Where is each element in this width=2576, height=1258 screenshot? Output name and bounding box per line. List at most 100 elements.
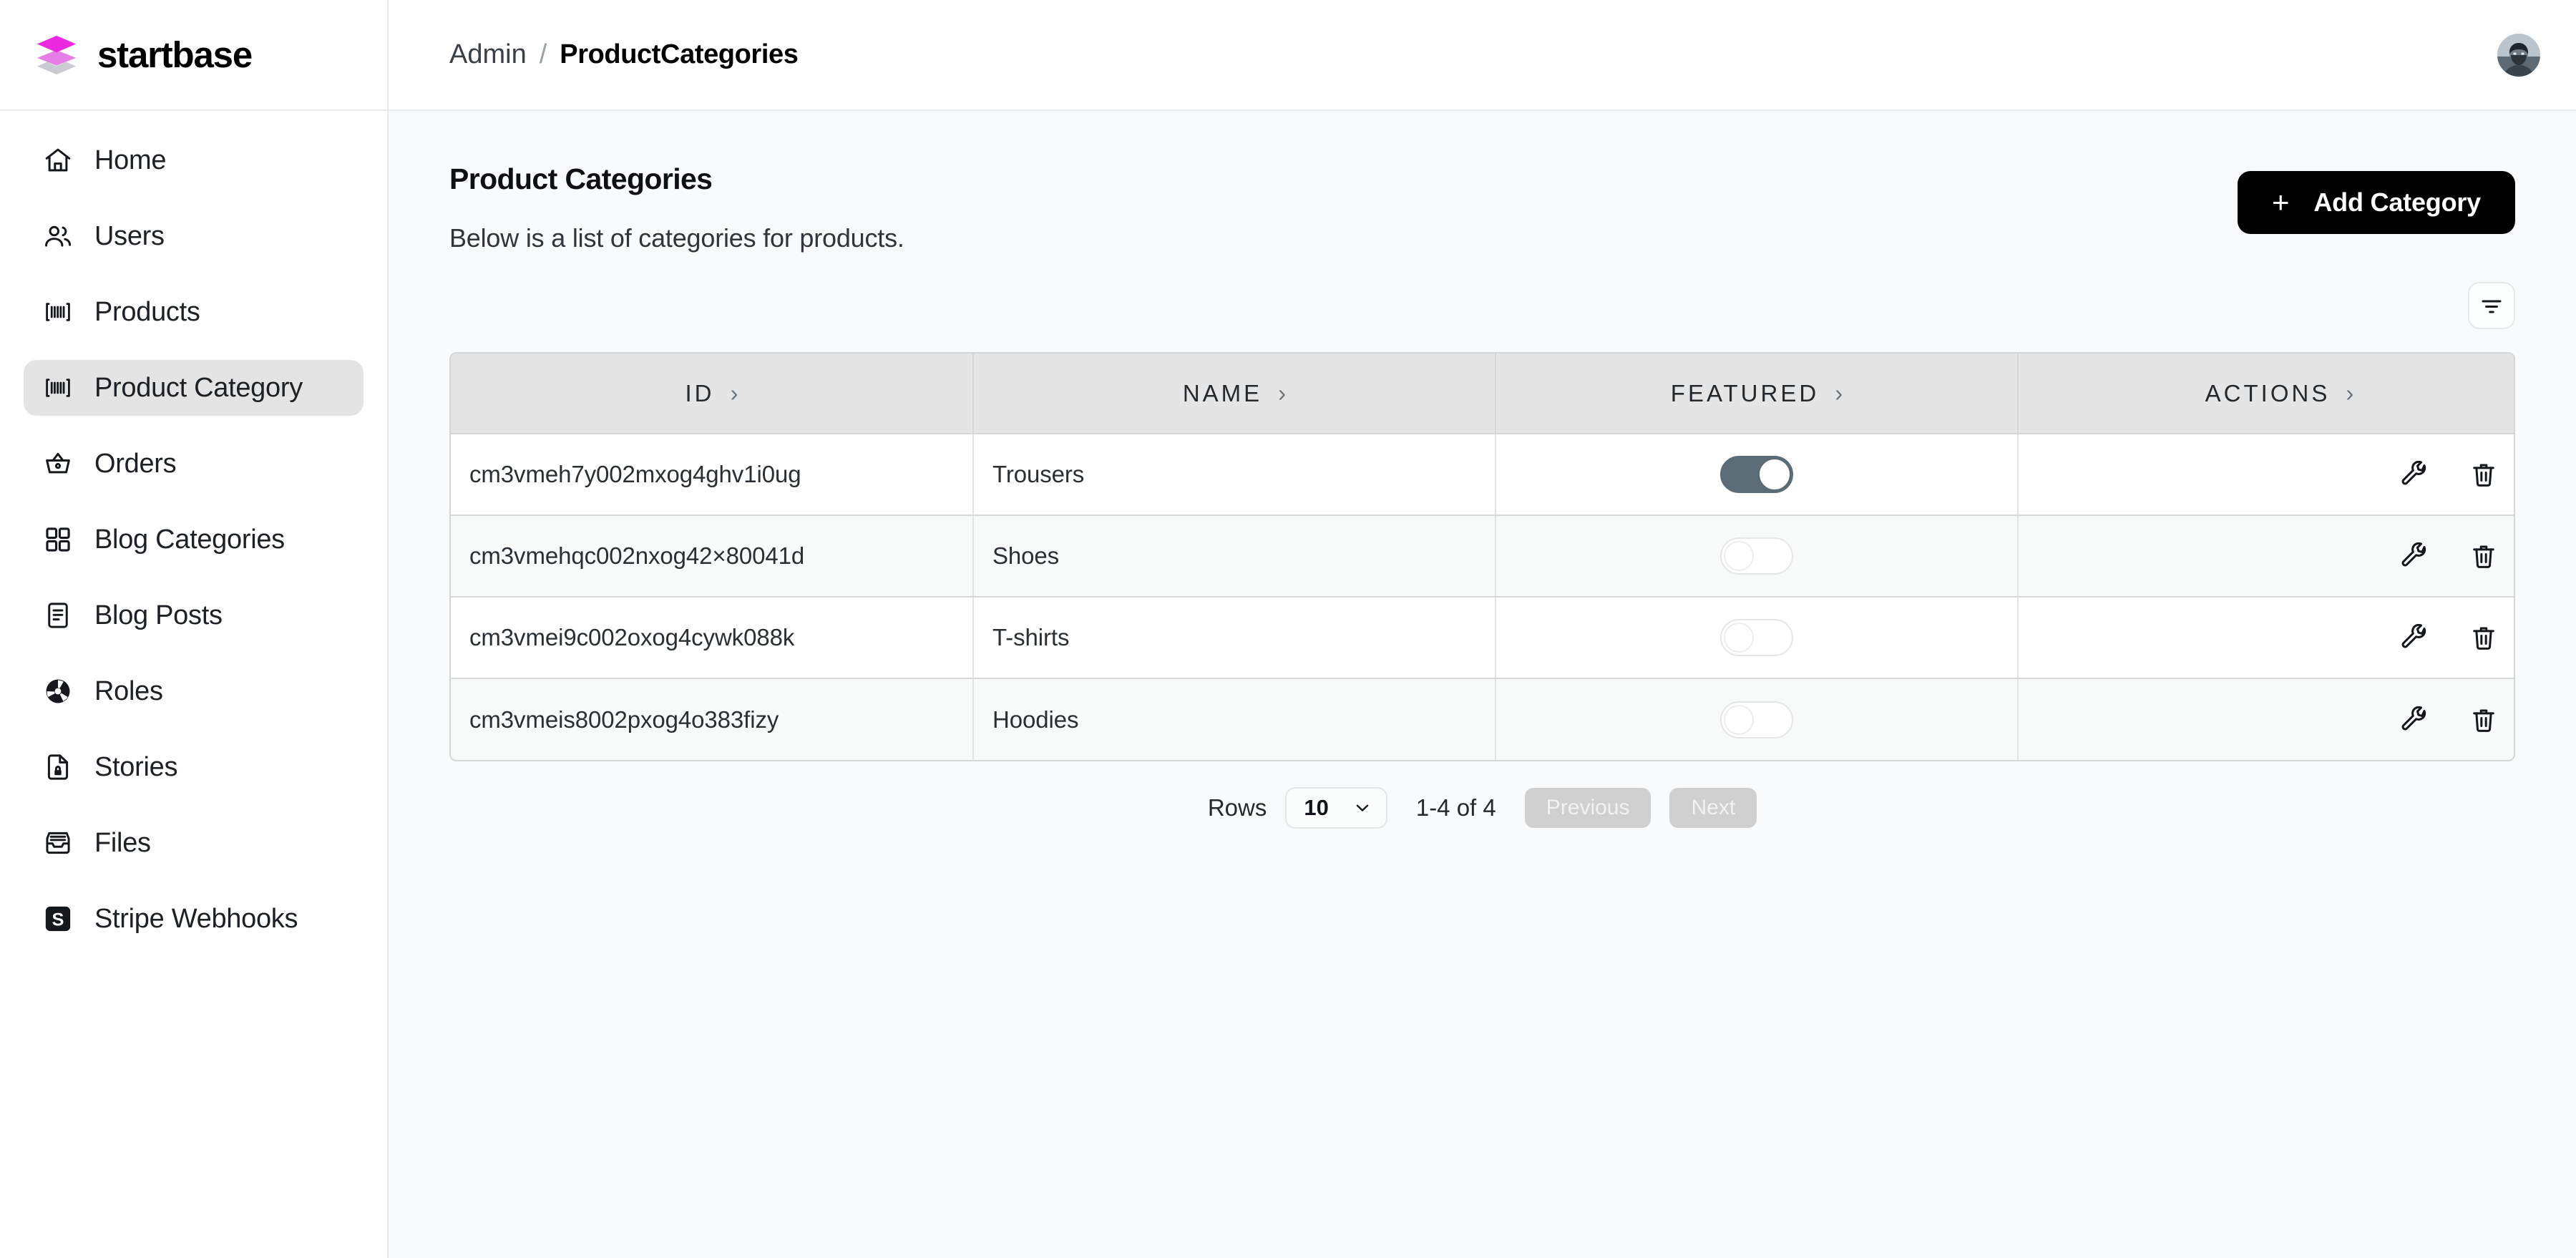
rows-per-page-value: 10 <box>1304 795 1329 820</box>
breadcrumb-current: ProductCategories <box>560 39 799 69</box>
sidebar-item-stripe-webhooks[interactable]: S Stripe Webhooks <box>24 891 364 947</box>
table-row: cm3vmeis8002pxog4o383fizy Hoodies <box>451 678 2514 760</box>
chevron-right-icon: › <box>730 379 738 406</box>
table-row: cm3vmeh7y002mxog4ghv1i0ug Trousers <box>451 434 2514 516</box>
column-header-id[interactable]: ID › <box>451 353 974 434</box>
sidebar-nav: Home Users Products Product Category Ord… <box>0 111 387 967</box>
sidebar-item-label: Products <box>94 296 200 327</box>
cell-actions <box>2018 515 2514 598</box>
sidebar-item-label: Stripe Webhooks <box>94 903 298 934</box>
chevron-down-icon <box>1353 799 1372 817</box>
filter-icon <box>2479 293 2504 318</box>
pagination: Rows 10 1-4 of 4 Previous Next <box>449 787 2515 829</box>
cell-actions <box>2018 678 2514 760</box>
sidebar-item-roles[interactable]: Roles <box>24 663 364 719</box>
sidebar-item-label: Stories <box>94 751 178 782</box>
chevron-right-icon: › <box>1835 379 1843 406</box>
cell-featured <box>1496 597 2019 679</box>
next-page-button[interactable]: Next <box>1669 788 1757 828</box>
sidebar-item-files[interactable]: Files <box>24 815 364 871</box>
sidebar-item-products[interactable]: Products <box>24 284 364 340</box>
inbox-icon <box>43 828 73 858</box>
cell-id: cm3vmeh7y002mxog4ghv1i0ug <box>451 434 974 516</box>
rows-per-page-select[interactable]: 10 <box>1285 787 1387 829</box>
cell-name: Hoodies <box>973 678 1496 760</box>
sidebar: startbase Home Users Products Product Ca… <box>0 0 389 1258</box>
cell-featured <box>1496 678 2019 760</box>
sidebar-item-label: Users <box>94 220 165 251</box>
cell-id: cm3vmeis8002pxog4o383fizy <box>451 678 974 760</box>
sidebar-item-home[interactable]: Home <box>24 132 364 188</box>
app-root: startbase Home Users Products Product Ca… <box>0 0 2576 1258</box>
wrench-icon[interactable] <box>2401 461 2429 488</box>
table-body: cm3vmeh7y002mxog4ghv1i0ug Trousers cm3vm… <box>451 434 2514 760</box>
sidebar-item-blog-categories[interactable]: Blog Categories <box>24 512 364 567</box>
sidebar-item-blog-posts[interactable]: Blog Posts <box>24 587 364 643</box>
brand-logo-area[interactable]: startbase <box>0 0 387 111</box>
table-row: cm3vmehqc002nxog42×80041d Shoes <box>451 515 2514 598</box>
sidebar-item-users[interactable]: Users <box>24 208 364 264</box>
column-header-actions[interactable]: ACTIONS › <box>2018 353 2514 434</box>
table-head: ID › NAME › FEATURED › ACTIONS › <box>451 353 2514 434</box>
featured-toggle[interactable] <box>1720 456 1793 493</box>
avatar[interactable] <box>2496 31 2542 78</box>
wrench-icon[interactable] <box>2401 624 2429 651</box>
brand-name: startbase <box>97 34 253 75</box>
toggle-knob <box>1724 704 1754 735</box>
sidebar-item-orders[interactable]: Orders <box>24 436 364 492</box>
chevron-right-icon: › <box>2346 379 2354 406</box>
page-header: Product Categories Below is a list of ca… <box>449 162 2515 253</box>
product-categories-table: ID › NAME › FEATURED › ACTIONS › cm3vmeh… <box>449 352 2515 761</box>
sidebar-item-label: Files <box>94 827 151 858</box>
featured-toggle[interactable] <box>1720 701 1793 738</box>
breadcrumb-root[interactable]: Admin <box>449 39 527 70</box>
featured-toggle[interactable] <box>1720 537 1793 575</box>
rows-label: Rows <box>1207 794 1267 821</box>
cell-featured <box>1496 515 2019 598</box>
barcode-icon <box>43 373 73 403</box>
breadcrumb-separator: / <box>539 39 547 69</box>
trash-icon[interactable] <box>2470 624 2497 651</box>
wrench-icon[interactable] <box>2401 542 2429 570</box>
filter-row <box>449 282 2515 329</box>
barcode-icon <box>43 297 73 327</box>
stripe-icon: S <box>43 904 73 934</box>
column-header-label: ACTIONS <box>2205 379 2331 406</box>
radiation-icon <box>43 676 73 706</box>
plus-icon: + <box>2272 185 2290 219</box>
main-area: Admin / ProductCategories Product Catego… <box>389 0 2576 1258</box>
toggle-knob <box>1724 541 1754 571</box>
sidebar-item-product-category[interactable]: Product Category <box>24 360 364 416</box>
cell-actions <box>2018 597 2514 679</box>
cell-actions <box>2018 434 2514 516</box>
cell-name: Shoes <box>973 515 1496 598</box>
page-description: Below is a list of categories for produc… <box>449 223 904 253</box>
cell-name: T-shirts <box>973 597 1496 679</box>
previous-page-button[interactable]: Previous <box>1524 788 1652 828</box>
page-content: Product Categories Below is a list of ca… <box>389 111 2576 1258</box>
document-icon <box>43 600 73 630</box>
grid-icon <box>43 525 73 555</box>
trash-icon[interactable] <box>2470 461 2497 488</box>
column-header-featured[interactable]: FEATURED › <box>1496 353 2019 434</box>
sidebar-item-label: Roles <box>94 676 163 706</box>
table: ID › NAME › FEATURED › ACTIONS › cm3vmeh… <box>451 353 2514 760</box>
toggle-knob <box>1724 623 1754 653</box>
add-category-button[interactable]: + Add Category <box>2238 171 2515 234</box>
basket-icon <box>43 449 73 479</box>
filter-button[interactable] <box>2468 282 2515 329</box>
trash-icon[interactable] <box>2470 542 2497 570</box>
sidebar-item-stories[interactable]: Stories <box>24 739 364 795</box>
sidebar-item-label: Product Category <box>94 372 303 403</box>
wrench-icon[interactable] <box>2401 706 2429 733</box>
cell-name: Trousers <box>973 434 1496 516</box>
svg-text:S: S <box>52 910 64 930</box>
cell-id: cm3vmei9c002oxog4cywk088k <box>451 597 974 679</box>
column-header-label: FEATURED <box>1670 379 1820 406</box>
toggle-knob <box>1760 459 1790 489</box>
featured-toggle[interactable] <box>1720 619 1793 656</box>
table-header-row: ID › NAME › FEATURED › ACTIONS › <box>451 353 2514 434</box>
column-header-name[interactable]: NAME › <box>973 353 1496 434</box>
table-row: cm3vmei9c002oxog4cywk088k T-shirts <box>451 597 2514 679</box>
trash-icon[interactable] <box>2470 706 2497 733</box>
